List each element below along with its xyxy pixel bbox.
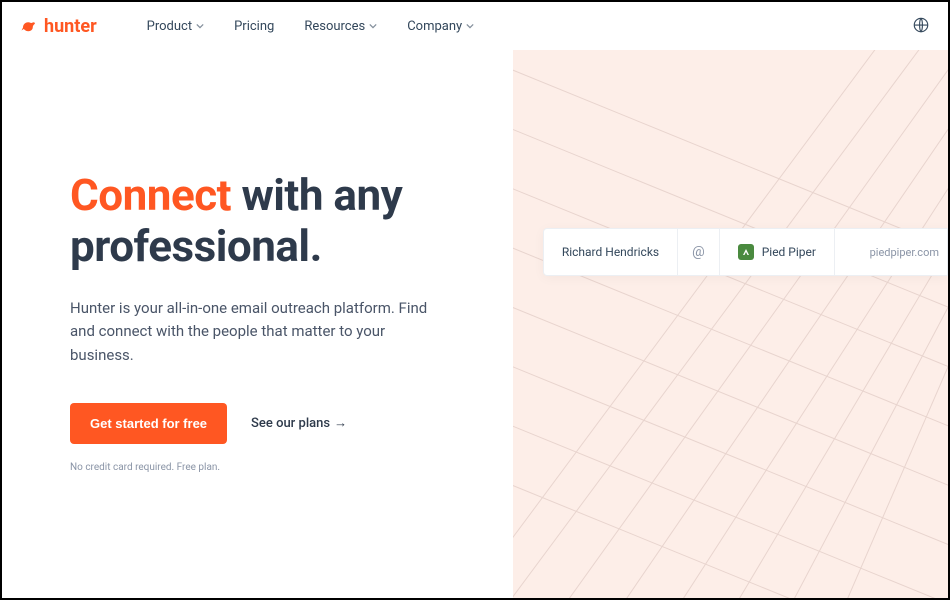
card-company: Pied Piper [720, 229, 835, 275]
card-person-name: Richard Hendricks [544, 229, 678, 275]
card-domain: piedpiper.com [852, 229, 947, 275]
hero-section: Connect with any professional. Hunter is… [2, 50, 948, 598]
nav-resources[interactable]: Resources [304, 19, 377, 34]
nav-label: Resources [304, 19, 365, 34]
globe-icon[interactable] [912, 16, 930, 34]
chevron-down-icon [196, 22, 204, 30]
nav-company[interactable]: Company [407, 19, 474, 34]
hero-content: Connect with any professional. Hunter is… [2, 50, 513, 598]
hero-illustration: Richard Hendricks @ Pied Piper piedpiper… [513, 50, 948, 598]
card-company-name: Pied Piper [762, 245, 816, 259]
cta-row: Get started for free See our plans → [70, 403, 483, 444]
nav-label: Company [407, 19, 462, 34]
hunter-logo-icon [20, 17, 38, 35]
mesh-background [513, 50, 948, 598]
see-plans-label: See our plans [251, 416, 330, 431]
nav-label: Pricing [234, 19, 274, 34]
nav-pricing[interactable]: Pricing [234, 19, 274, 34]
main-nav: Product Pricing Resources Company [147, 19, 475, 34]
nav-product[interactable]: Product [147, 19, 204, 34]
see-plans-link[interactable]: See our plans → [251, 415, 347, 431]
pied-piper-logo-icon [738, 244, 754, 260]
get-started-button[interactable]: Get started for free [70, 403, 227, 444]
at-icon: @ [678, 229, 720, 275]
hero-title: Connect with any professional. [70, 170, 483, 271]
chevron-down-icon [466, 22, 474, 30]
chevron-down-icon [369, 22, 377, 30]
logo[interactable]: hunter [20, 16, 97, 37]
fine-print: No credit card required. Free plan. [70, 462, 483, 473]
hero-subtitle: Hunter is your all-in-one email outreach… [70, 297, 430, 367]
logo-text: hunter [44, 16, 97, 37]
nav-label: Product [147, 19, 192, 34]
hero-title-accent: Connect [70, 169, 231, 221]
arrow-right-icon: → [334, 415, 347, 431]
example-card: Richard Hendricks @ Pied Piper piedpiper… [543, 228, 948, 276]
